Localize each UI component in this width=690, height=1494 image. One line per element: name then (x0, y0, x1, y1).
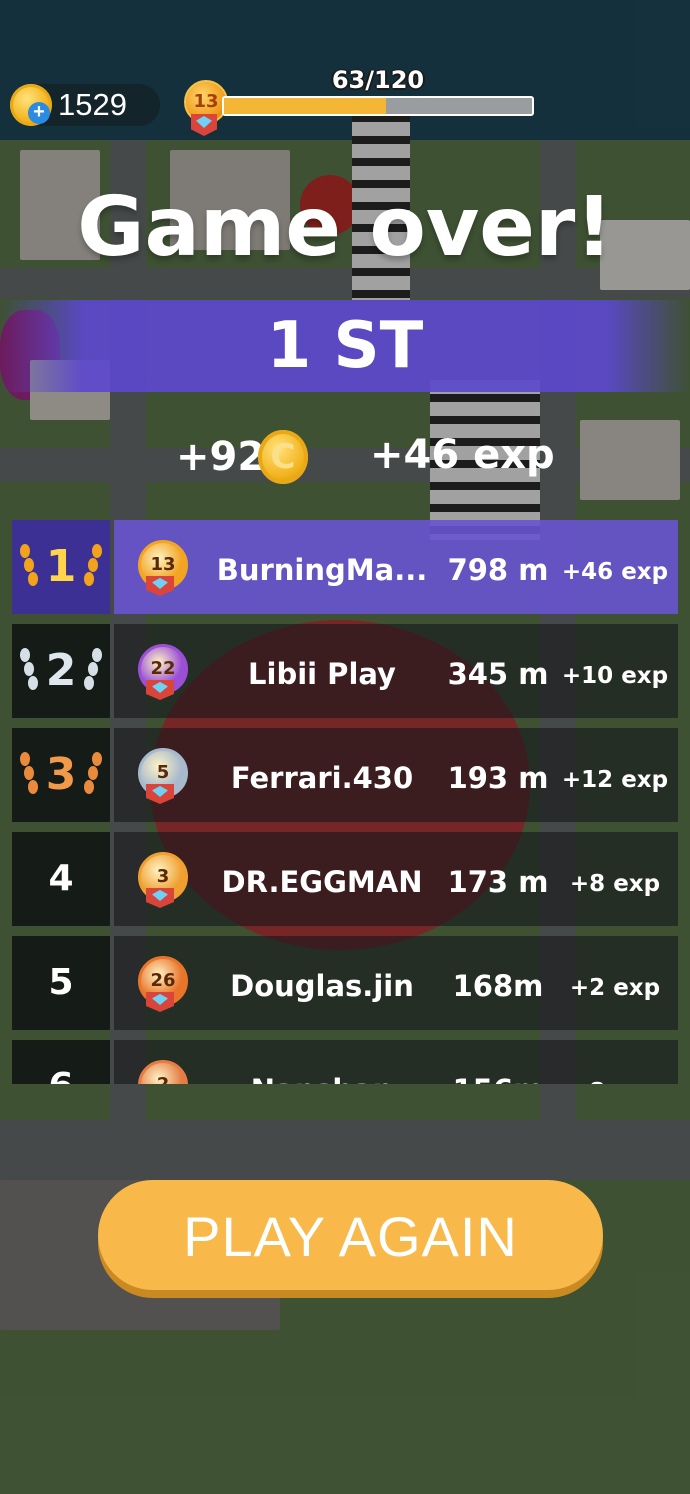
player-name: Nanshan (202, 1040, 442, 1084)
player-name: Ferrari.430 (230, 761, 414, 795)
player-distance: 345 m (447, 657, 549, 691)
placement-text: 1 ST (266, 309, 424, 383)
leaderboard[interactable]: 1 13 BurningMa... 798 m +46 exp 2 22 Libii Play… (12, 520, 678, 1084)
player-name: DR.EGGMAN (221, 865, 423, 899)
leaderboard-row: 3 5 Ferrari.430 193 m +12 exp (12, 728, 678, 822)
player-exp: +12 exp (561, 767, 669, 793)
rank-number: 5 (48, 962, 74, 1003)
player-distance: 156m (442, 1040, 554, 1084)
game-over-title: Game over! (77, 180, 613, 275)
player-name: BurningMa... (216, 553, 428, 587)
player-exp: +10 exp (561, 663, 669, 689)
player-exp: +2 exp (569, 975, 661, 1001)
rank-number: 6 (12, 1040, 110, 1084)
add-coins-button[interactable]: + (28, 102, 50, 124)
player-distance: 173 m (447, 865, 549, 899)
rank-number: 2 (45, 645, 77, 696)
player-name: Douglas.jin (230, 969, 414, 1003)
leaderboard-row: 62Nanshan156m+8 exp (12, 1040, 678, 1084)
xp-progress-text: 63/120 (331, 66, 425, 94)
xp-progress-bar (222, 96, 534, 116)
coin-icon: C (258, 430, 308, 484)
xp-progress-fill (224, 98, 386, 114)
reward-coins: +92 (176, 434, 266, 480)
player-exp: +8 exp (560, 1040, 670, 1084)
player-distance: 168m (452, 969, 544, 1003)
coin-count: 1529 (58, 87, 127, 122)
player-distance: 798 m (447, 553, 549, 587)
rank-number: 3 (45, 749, 77, 800)
player-name: Libii Play (248, 657, 396, 691)
play-again-button[interactable]: PLAY AGAIN (98, 1180, 603, 1290)
leaderboard-row: 2 22 Libii Play 345 m +10 exp (12, 624, 678, 718)
player-distance: 193 m (447, 761, 549, 795)
leaderboard-row: 5 26 Douglas.jin 168m +2 exp (12, 936, 678, 1030)
rank-number: 4 (48, 858, 74, 899)
leaderboard-row: 4 3 DR.EGGMAN 173 m +8 exp (12, 832, 678, 926)
leaderboard-row: 1 13 BurningMa... 798 m +46 exp (12, 520, 678, 614)
reward-exp: +46 exp (370, 432, 555, 478)
player-exp: +46 exp (561, 559, 669, 585)
player-exp: +8 exp (569, 871, 661, 897)
rank-number: 1 (45, 541, 77, 592)
